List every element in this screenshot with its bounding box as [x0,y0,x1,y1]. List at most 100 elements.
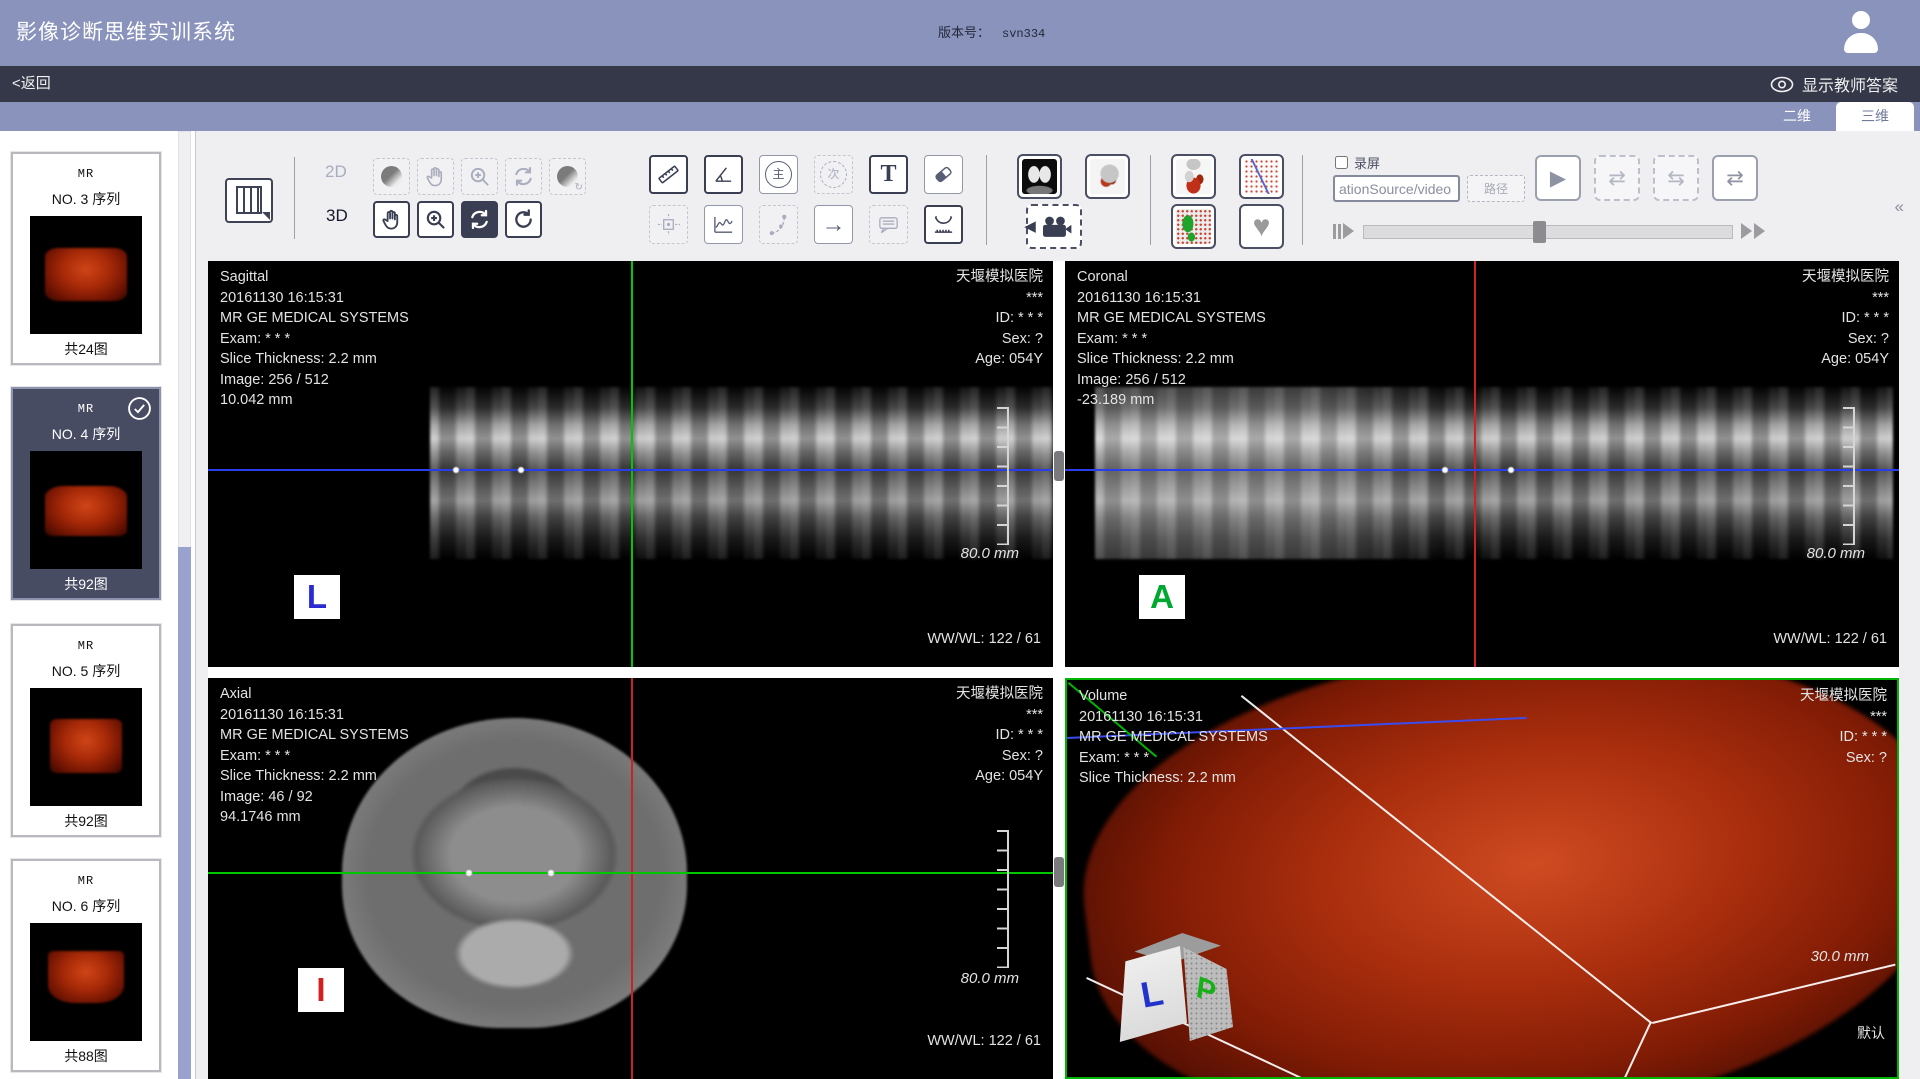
slider-step-back[interactable] [1333,223,1354,239]
exam-label: Exam: * * * [1079,748,1268,769]
series-image-count: 共92图 [13,574,159,594]
series-card-6[interactable]: MR NO. 6 序列 共88图 [11,859,161,1072]
eraser-tool-button[interactable] [924,155,963,194]
lung-preset-button[interactable] [1017,154,1062,199]
record-screen-checkbox[interactable] [1335,156,1348,169]
arrow-tool-button[interactable]: → [814,205,853,244]
slice-thickness: Slice Thickness: 2.2 mm [220,766,409,787]
series-card-5[interactable]: MR NO. 5 序列 共92图 [11,624,161,837]
plane-label: Sagittal [220,267,409,288]
loop-forward-button[interactable]: ⇄ [1594,155,1640,201]
scale-ruler [997,407,1009,545]
text-tool-button[interactable]: T [869,155,908,194]
crosshair-red-vertical[interactable] [1474,261,1476,667]
crosshair-green-vertical[interactable] [631,261,633,667]
viewport-coronal[interactable]: Coronal 20161130 16:15:31 MR GE MEDICAL … [1065,261,1899,667]
tab-3d[interactable]: 三维 [1836,102,1914,131]
sagittal-mri-image [430,387,1053,559]
slider-track[interactable] [1363,225,1733,239]
scanner-preset-button[interactable] [1239,154,1284,199]
wwwl-reset-2d-button[interactable]: ↻ [549,158,586,195]
viewport-volume[interactable]: Volume 20161130 16:15:31 MR GE MEDICAL S… [1065,678,1899,1079]
roi-box-button[interactable] [649,205,688,244]
crosshair-green-horizontal[interactable] [208,872,1053,874]
wwwl-readout: WW/WL: 122 / 61 [1773,631,1887,647]
anonymized-name: *** [956,705,1043,726]
preset-group-b [1171,154,1284,199]
pan-3d-button[interactable] [373,201,410,238]
histogram-button[interactable] [704,205,743,244]
divider-drag-handle[interactable] [1054,451,1064,481]
record-screen-option: 录屏 [1335,153,1380,172]
reference-dot [548,870,554,876]
view-tab-bar: 二维 三维 [0,102,1920,131]
viewport-divider-horizontal[interactable] [208,667,1899,678]
loop-backward-button[interactable]: ⇆ [1653,155,1699,201]
reference-dot [1508,467,1514,473]
layout-button[interactable] [225,178,273,223]
frame-slider [1333,219,1765,245]
image-index: Image: 256 / 512 [220,370,409,391]
video-path-input[interactable] [1333,175,1460,202]
viewport-sagittal[interactable]: Sagittal 20161130 16:15:31 MR GE MEDICAL… [208,261,1053,667]
annotation-button[interactable] [869,205,908,244]
angle-icon [712,163,735,186]
sidebar-scrollbar-thumb[interactable] [178,547,191,1079]
zoom-2d-button[interactable] [461,158,498,195]
wwwl-2d-button[interactable] [373,158,410,195]
hospital-label: 天堰模拟医院 [1802,267,1889,288]
step-triangle-icon [1754,223,1765,239]
slider-step-forward[interactable] [1741,223,1765,239]
ruler-icon [657,163,680,186]
reference-dot [453,467,459,473]
viewport-axial[interactable]: Axial 20161130 16:15:31 MR GE MEDICAL SY… [208,678,1053,1079]
skull-preset-button[interactable] [1085,154,1130,199]
crosshair-blue-horizontal[interactable] [208,469,1053,471]
ruler-tool-button[interactable] [649,155,688,194]
back-button[interactable]: <返回 [12,66,51,102]
show-teacher-answer-button[interactable]: 显示教师答案 [1770,66,1898,102]
orientation-cube[interactable]: L P [1117,933,1235,1045]
segmentation-preset-button[interactable] [1171,204,1216,249]
series-sidebar: MR NO. 3 序列 共24图 MR NO. 4 序列 共92图 MR NO.… [0,131,196,1079]
scale-ruler [1843,407,1855,545]
secondary-roi-button[interactable]: 次 [814,155,853,194]
angle-tool-button[interactable] [704,155,743,194]
toolbar-divider [1302,155,1303,245]
anonymized-name: *** [1802,288,1889,309]
slice-thickness: Slice Thickness: 2.2 mm [1077,349,1266,370]
crosshair-red-vertical[interactable] [631,678,633,1079]
swap-direction-button[interactable]: ⇄ [1712,155,1758,201]
plane-label: Coronal [1077,267,1266,288]
series-thumbnail [30,216,142,334]
reset-3d-button[interactable] [505,201,542,238]
curve-ruler-icon [932,213,955,236]
series-card-4[interactable]: MR NO. 4 序列 共92图 [11,387,161,600]
series-card-3[interactable]: MR NO. 3 序列 共24图 [11,152,161,365]
zoom-3d-button[interactable] [417,201,454,238]
divider-drag-handle[interactable] [1054,857,1064,887]
primary-circle-icon: 主 [765,161,792,188]
play-button[interactable]: ▶ [1535,155,1581,201]
joint-preset-button[interactable] [1171,154,1216,199]
measure-tools-row2: → [649,205,963,244]
rotate-3d-button[interactable] [461,201,498,238]
hand-icon [424,165,447,188]
series-modality: MR [13,639,159,653]
playback-buttons: ▶ ⇄ ⇆ ⇄ [1535,155,1758,201]
slider-thumb[interactable] [1533,221,1546,243]
heart-preset-button[interactable]: ♥ [1239,204,1284,249]
user-avatar-icon[interactable] [1842,11,1880,55]
tab-2d[interactable]: 二维 [1758,102,1836,131]
export-video-button[interactable]: ◀ [1026,204,1082,249]
crosshair-blue-horizontal[interactable] [1065,469,1899,471]
path-button[interactable]: 路径 [1467,175,1525,202]
collapse-toolbar-icon[interactable]: « [1895,197,1904,217]
orientation-marker: A [1139,575,1185,619]
rotate-2d-button[interactable] [505,158,542,195]
spline-tool-button[interactable] [759,205,798,244]
curve-measure-button[interactable] [924,205,963,244]
primary-roi-button[interactable]: 主 [759,155,798,194]
pan-2d-button[interactable] [417,158,454,195]
patient-age: Age: 054Y [1802,349,1889,370]
